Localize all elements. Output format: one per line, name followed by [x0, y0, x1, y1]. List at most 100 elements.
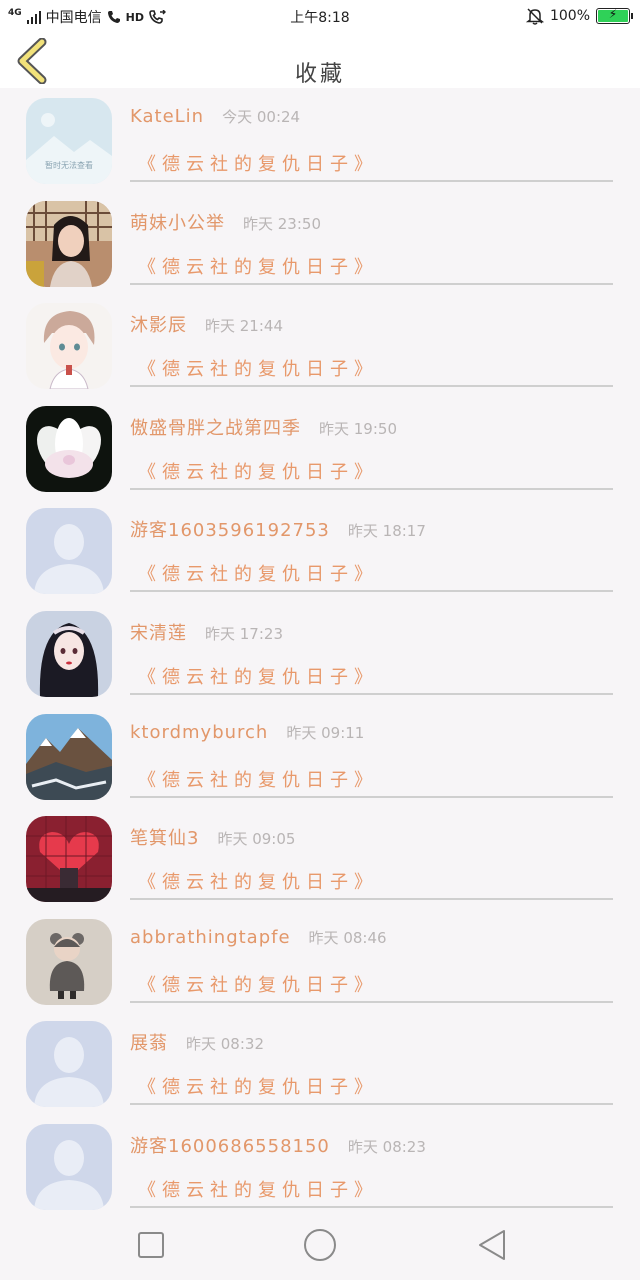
default-user-icon — [26, 1021, 112, 1108]
favorites-list: 暂时无法查看 KateLin 今天 00:24 《德云社的复仇日子》 萌妹小公举… — [0, 88, 640, 1217]
avatar — [26, 610, 112, 697]
page-title: 收藏 — [294, 62, 345, 87]
divider — [130, 1103, 613, 1106]
item-meta: abbrathingtapfe 昨天 08:46 — [130, 927, 387, 948]
work-title: 《德云社的复仇日子》 — [138, 1077, 378, 1099]
user-name: 萌妹小公举 — [130, 212, 225, 234]
divider — [130, 487, 613, 490]
bell-muted-icon — [525, 8, 544, 25]
work-title: 《德云社的复仇日子》 — [138, 461, 378, 483]
list-item[interactable]: 游客1600686558150 昨天 08:23 《德云社的复仇日子》 — [0, 1114, 640, 1217]
header: 收藏 — [0, 32, 640, 88]
girl-photo-icon — [26, 200, 112, 287]
system-nav-bar — [0, 1210, 640, 1280]
status-right: 100% ⚡ — [525, 7, 633, 25]
battery-percent: 100% — [549, 8, 590, 24]
user-name: 游客1600686558150 — [130, 1135, 330, 1157]
circle-icon — [304, 1229, 336, 1261]
work-title: 《德云社的复仇日子》 — [138, 1179, 378, 1201]
list-item[interactable]: 萌妹小公举 昨天 23:50 《德云社的复仇日子》 — [0, 191, 640, 294]
avatar — [26, 405, 112, 492]
work-title: 《德云社的复仇日子》 — [138, 769, 378, 791]
avatar — [26, 1123, 112, 1210]
user-name: abbrathingtapfe — [130, 926, 291, 948]
work-title: 《德云社的复仇日子》 — [138, 872, 378, 894]
timestamp: 昨天 17:23 — [205, 624, 283, 643]
placeholder-image-icon: 暂时无法查看 — [26, 98, 112, 184]
divider — [130, 590, 613, 593]
avatar — [26, 200, 112, 287]
nav-back-button[interactable] — [472, 1228, 512, 1264]
work-title: 《德云社的复仇日子》 — [138, 974, 378, 996]
list-item[interactable]: 宋清莲 昨天 17:23 《德云社的复仇日子》 — [0, 601, 640, 704]
list-item[interactable]: ktordmyburch 昨天 09:11 《德云社的复仇日子》 — [0, 704, 640, 807]
item-meta: ktordmyburch 昨天 09:11 — [130, 722, 364, 743]
anime-girl-icon — [26, 610, 112, 697]
user-name: 宋清莲 — [130, 622, 187, 644]
user-name: 游客1603596192753 — [130, 520, 330, 542]
avatar — [26, 918, 112, 1005]
user-name: ktordmyburch — [130, 721, 269, 743]
work-title: 《德云社的复仇日子》 — [138, 564, 378, 586]
item-meta: 展蓊 昨天 08:32 — [130, 1029, 264, 1055]
timestamp: 昨天 08:23 — [347, 1137, 426, 1156]
item-meta: 游客1603596192753 昨天 18:17 — [130, 516, 426, 542]
work-title: 《德云社的复仇日子》 — [138, 256, 378, 278]
baby-photo-icon — [26, 918, 112, 1005]
avatar — [26, 816, 112, 903]
timestamp: 昨天 21:44 — [205, 317, 283, 336]
triangle-back-icon — [479, 1230, 505, 1260]
list-item[interactable]: 暂时无法查看 KateLin 今天 00:24 《德云社的复仇日子》 — [0, 88, 640, 191]
divider — [130, 282, 613, 285]
list-item[interactable]: 傲盛骨胖之战第四季 昨天 19:50 《德云社的复仇日子》 — [0, 396, 640, 499]
status-bar: 4G 中国电信 HD 上午8:18 100% ⚡ — [0, 0, 640, 32]
avatar-caption: 暂时无法查看 — [45, 160, 93, 170]
divider — [130, 385, 613, 388]
divider — [130, 1205, 613, 1208]
timestamp: 昨天 09:05 — [217, 830, 296, 849]
timestamp: 今天 00:24 — [222, 108, 301, 126]
divider — [130, 898, 613, 901]
mountain-landscape-icon — [26, 713, 112, 800]
timestamp: 昨天 18:17 — [347, 522, 426, 541]
lotus-flower-icon — [26, 405, 112, 492]
divider — [130, 795, 613, 798]
list-item[interactable]: 笔箕仙3 昨天 09:05 《德云社的复仇日子》 — [0, 806, 640, 909]
divider — [130, 180, 613, 182]
avatar — [26, 713, 112, 800]
avatar — [26, 508, 112, 595]
work-title: 《德云社的复仇日子》 — [138, 154, 378, 175]
timestamp: 昨天 08:46 — [308, 928, 387, 947]
item-meta: 傲盛骨胖之战第四季 昨天 19:50 — [130, 414, 397, 440]
divider — [130, 1000, 613, 1003]
divider — [130, 692, 613, 695]
timestamp: 昨天 23:50 — [243, 214, 321, 233]
default-user-icon — [26, 1123, 112, 1210]
avatar: 暂时无法查看 — [26, 98, 112, 184]
battery-fill: ⚡ — [598, 7, 628, 22]
recent-apps-button[interactable] — [131, 1228, 171, 1264]
user-name: KateLin — [130, 106, 205, 127]
item-meta: 宋清莲 昨天 17:23 — [130, 619, 283, 645]
avatar — [26, 303, 112, 390]
home-button[interactable] — [300, 1228, 340, 1264]
default-user-icon — [26, 508, 112, 595]
timestamp: 昨天 19:50 — [319, 419, 397, 438]
list-item[interactable]: abbrathingtapfe 昨天 08:46 《德云社的复仇日子》 — [0, 909, 640, 1012]
user-name: 展蓊 — [130, 1033, 168, 1055]
item-meta: 笔箕仙3 昨天 09:05 — [130, 824, 295, 850]
square-icon — [138, 1232, 164, 1258]
list-item[interactable]: 展蓊 昨天 08:32 《德云社的复仇日子》 — [0, 1011, 640, 1114]
timestamp: 昨天 08:32 — [186, 1035, 264, 1054]
user-name: 傲盛骨胖之战第四季 — [130, 417, 301, 439]
battery-icon: ⚡ — [596, 7, 633, 24]
item-meta: 萌妹小公举 昨天 23:50 — [130, 209, 321, 235]
list-item[interactable]: 游客1603596192753 昨天 18:17 《德云社的复仇日子》 — [0, 498, 640, 601]
item-meta: KateLin 今天 00:24 — [130, 106, 300, 127]
user-name: 笔箕仙3 — [130, 828, 200, 850]
item-meta: 游客1600686558150 昨天 08:23 — [130, 1132, 426, 1158]
heart-wall-icon — [26, 816, 112, 903]
work-title: 《德云社的复仇日子》 — [138, 359, 378, 381]
list-item[interactable]: 沐影辰 昨天 21:44 《德云社的复仇日子》 — [0, 293, 640, 396]
item-meta: 沐影辰 昨天 21:44 — [130, 311, 283, 337]
